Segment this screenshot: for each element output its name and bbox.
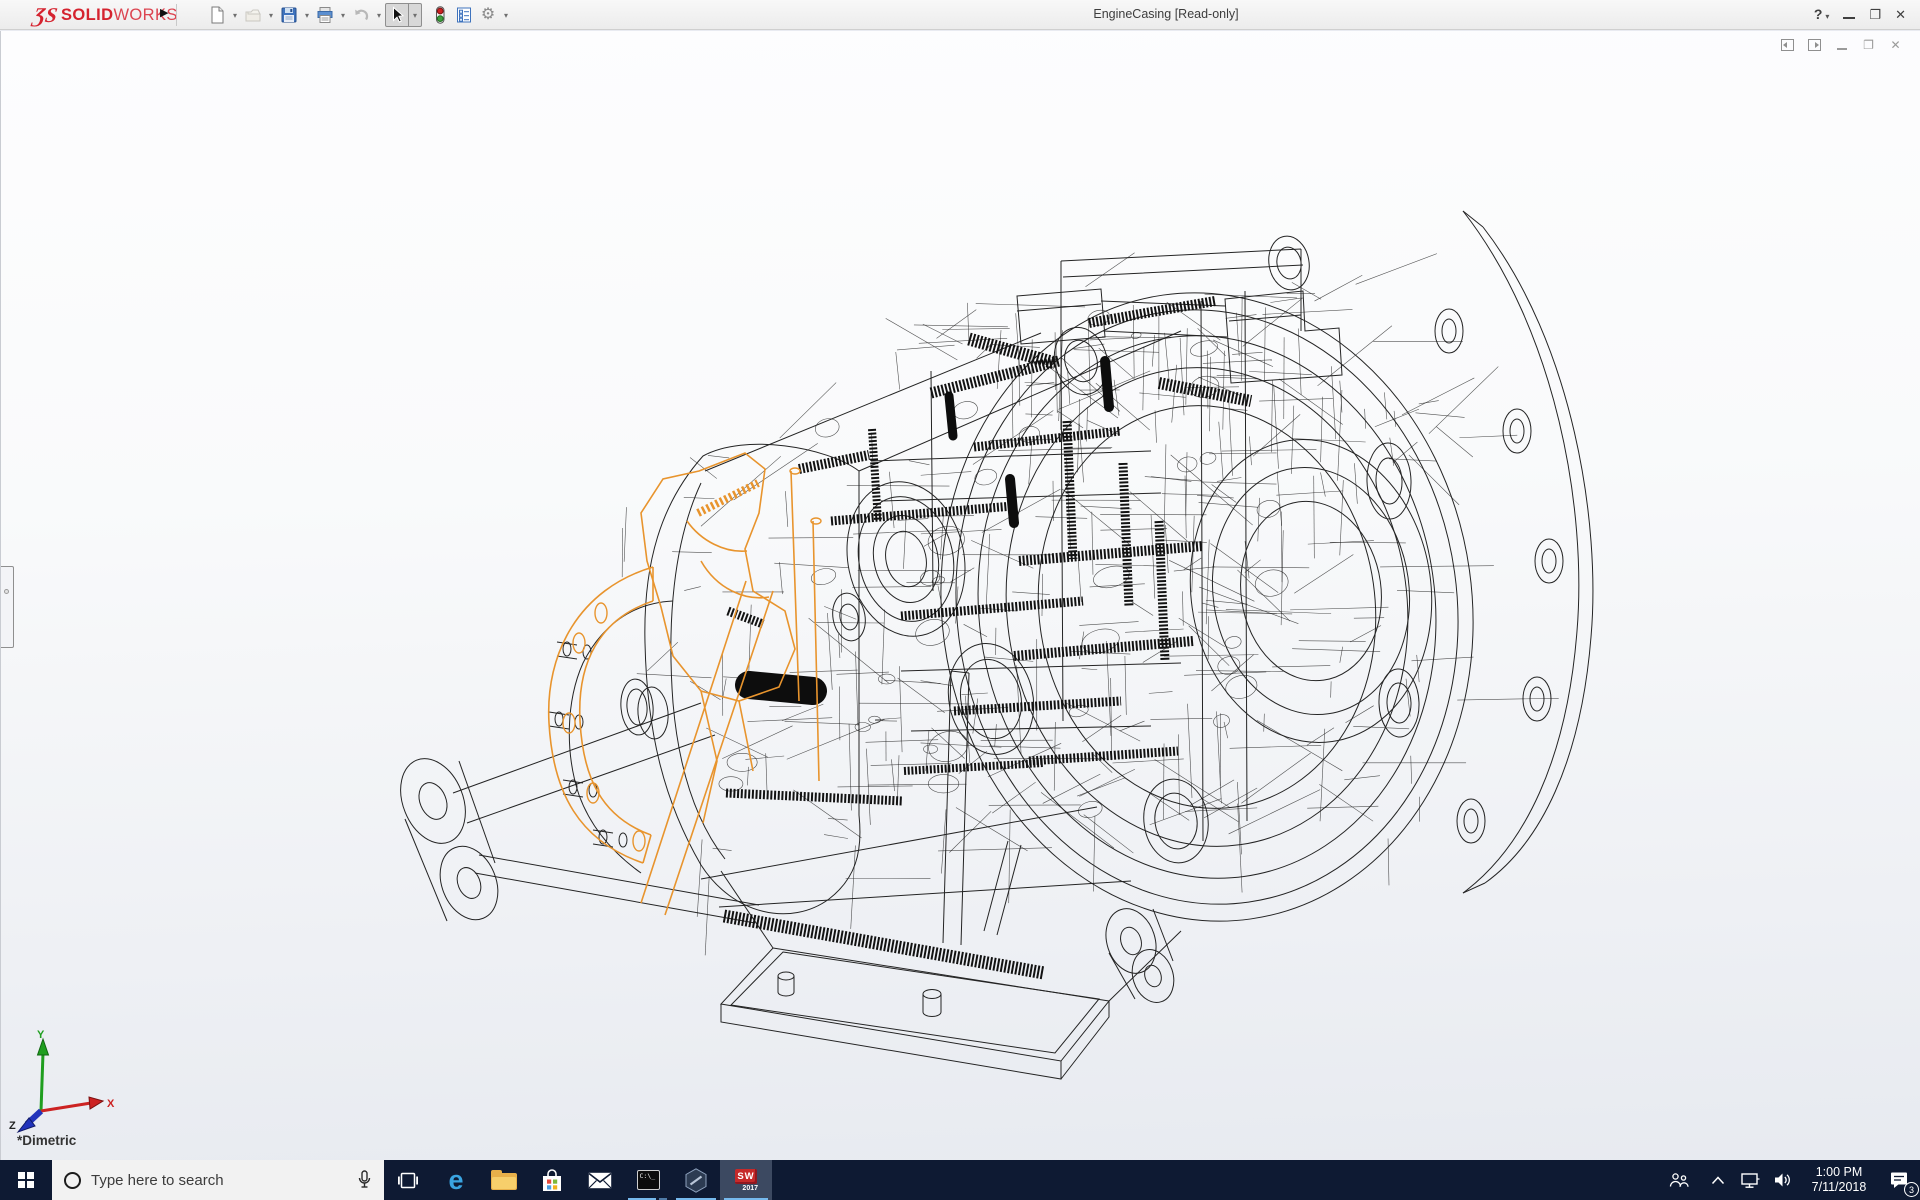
hexagon-app-icon	[684, 1168, 708, 1193]
pane-left-icon	[1781, 39, 1794, 51]
document-window-controls: ❐ ✕	[1779, 37, 1904, 52]
search-input[interactable]	[91, 1172, 347, 1189]
taskbar-search[interactable]	[52, 1160, 384, 1200]
microphone-icon[interactable]	[357, 1170, 372, 1190]
options-caret[interactable]: ▾	[500, 11, 512, 20]
open-icon	[244, 6, 262, 24]
undo-caret[interactable]: ▾	[373, 11, 385, 20]
file-properties-icon	[455, 6, 473, 24]
select-tool-caret[interactable]: ▾	[409, 3, 422, 27]
edge-icon: e	[448, 1167, 463, 1194]
orientation-triad: Y X Z	[7, 1029, 119, 1141]
options-button[interactable]: ⚙	[476, 3, 500, 27]
graphics-viewport[interactable]: ❐ ✕ Y X Z *Dimetric	[0, 31, 1920, 1160]
taskbar-app-store[interactable]	[528, 1160, 576, 1200]
window-controls: ?▾ ❐ ✕	[1814, 0, 1906, 30]
print-icon	[316, 6, 334, 24]
taskbar-app-mail[interactable]	[576, 1160, 624, 1200]
panel-tab-dot	[4, 589, 9, 594]
windows-logo-icon	[18, 1172, 34, 1188]
pane-right-icon	[1808, 39, 1821, 51]
command-prompt-icon: C:\_	[637, 1170, 660, 1190]
people-icon	[1669, 1172, 1689, 1189]
ds-logo-icon: ƷS	[32, 3, 59, 28]
solidworks-logo: ƷS SOLID WORKS	[34, 2, 178, 28]
clock-time: 1:00 PM	[1812, 1165, 1867, 1180]
help-button[interactable]: ?▾	[1814, 6, 1830, 24]
tray-overflow-button[interactable]	[1702, 1160, 1734, 1200]
volume-icon	[1774, 1172, 1792, 1188]
stoplight-icon	[431, 6, 449, 24]
notification-badge: 3	[1904, 1182, 1919, 1197]
taskbar-app-edge[interactable]: e	[432, 1160, 480, 1200]
action-center-button[interactable]: 3	[1878, 1160, 1920, 1200]
dock-pane-right-button[interactable]	[1806, 37, 1823, 52]
print-caret[interactable]: ▾	[337, 11, 349, 20]
save-caret[interactable]: ▾	[301, 11, 313, 20]
undo-icon	[352, 6, 370, 24]
taskbar-app-command-prompt[interactable]: C:\_	[624, 1160, 672, 1200]
taskbar-app-file-explorer[interactable]	[480, 1160, 528, 1200]
gear-icon: ⚙	[481, 7, 495, 23]
triad-x-label: X	[107, 1098, 115, 1110]
network-icon	[1741, 1172, 1760, 1189]
people-button[interactable]	[1656, 1160, 1702, 1200]
taskbar-clock[interactable]: 1:00 PM 7/11/2018	[1800, 1160, 1878, 1200]
view-orientation-label: *Dimetric	[17, 1133, 76, 1148]
save-button[interactable]	[277, 3, 301, 27]
doc-minimize-icon	[1837, 48, 1847, 50]
network-button[interactable]	[1734, 1160, 1766, 1200]
quick-access-toolbar: ▾ ▾ ▾	[205, 2, 512, 28]
minimize-button[interactable]	[1843, 6, 1855, 24]
open-caret[interactable]: ▾	[265, 11, 277, 20]
system-tray: 1:00 PM 7/11/2018 3	[1656, 1160, 1920, 1200]
clock-date: 7/11/2018	[1812, 1180, 1867, 1195]
toolbar-separator	[176, 4, 177, 26]
rebuild-stoplight-button[interactable]	[428, 3, 452, 27]
select-cursor-icon	[388, 6, 406, 24]
store-icon	[541, 1168, 563, 1192]
restore-button[interactable]: ❐	[1869, 7, 1881, 23]
solidworks-2017-icon: SW 2017	[734, 1169, 758, 1192]
new-document-icon	[208, 6, 226, 24]
print-button[interactable]	[313, 3, 337, 27]
minimize-icon	[1843, 17, 1855, 19]
feature-panel-collapsed-tab[interactable]	[1, 566, 14, 648]
doc-restore-button[interactable]: ❐	[1860, 37, 1877, 52]
windows-taskbar: e C:\_	[0, 1160, 1920, 1200]
titlebar: ƷS SOLID WORKS ▶ ▾ ▾	[0, 0, 1920, 30]
menu-flyout-arrow[interactable]: ▶	[160, 6, 168, 19]
taskbar-app-solidworks[interactable]: SW 2017	[720, 1160, 772, 1200]
undo-button[interactable]	[349, 3, 373, 27]
open-button[interactable]	[241, 3, 265, 27]
brand-name-bold: SOLID	[61, 6, 113, 25]
file-properties-button[interactable]	[452, 3, 476, 27]
new-document-button[interactable]	[205, 3, 229, 27]
save-icon	[280, 6, 298, 24]
chevron-up-icon	[1711, 1176, 1725, 1185]
triad-z-label: Z	[9, 1120, 16, 1132]
start-button[interactable]	[0, 1160, 52, 1200]
taskbar-app-hexagon-tool[interactable]	[672, 1160, 720, 1200]
new-document-caret[interactable]: ▾	[229, 11, 241, 20]
model-wireframe[interactable]	[1, 31, 1920, 1160]
solidworks-window: ƷS SOLID WORKS ▶ ▾ ▾	[0, 0, 1920, 1200]
select-tool-button[interactable]	[385, 3, 409, 27]
cortana-icon	[64, 1172, 81, 1189]
volume-button[interactable]	[1766, 1160, 1800, 1200]
dock-pane-left-button[interactable]	[1779, 37, 1796, 52]
help-caret: ▾	[1825, 12, 1829, 21]
document-title: EngineCasing [Read-only]	[1093, 7, 1238, 21]
triad-y-label: Y	[37, 1029, 45, 1041]
close-button[interactable]: ✕	[1895, 7, 1906, 23]
mail-icon	[588, 1172, 612, 1189]
doc-close-button[interactable]: ✕	[1887, 37, 1904, 52]
doc-minimize-button[interactable]	[1833, 37, 1850, 52]
task-view-button[interactable]	[384, 1160, 432, 1200]
file-explorer-icon	[491, 1170, 517, 1190]
task-view-icon	[398, 1172, 418, 1189]
